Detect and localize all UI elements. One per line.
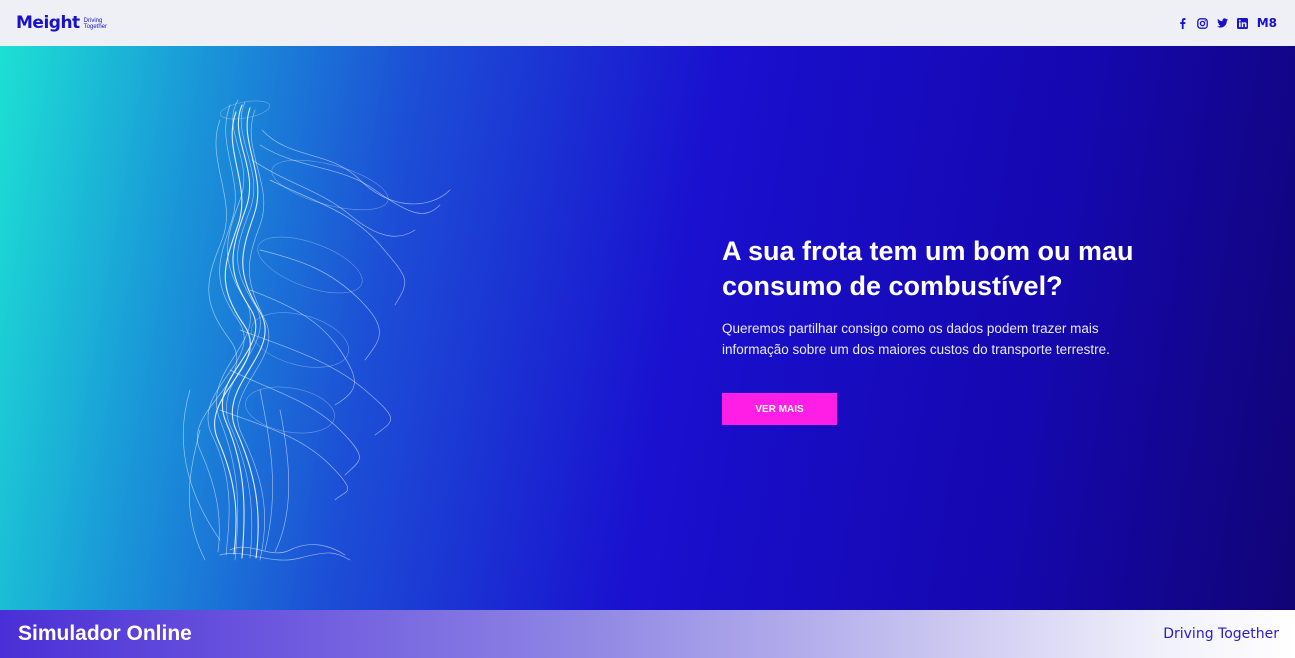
hero-content: A sua frota tem um bom ou mau consumo de… <box>722 234 1182 425</box>
hero-banner: A sua frota tem um bom ou mau consumo de… <box>0 46 1295 610</box>
data-trails-illustration <box>182 99 451 561</box>
facebook-icon[interactable] <box>1177 17 1188 29</box>
hero-subtitle: Queremos partilhar consigo como os dados… <box>722 321 1110 357</box>
footer-tagline: Driving Together <box>1163 626 1279 642</box>
social-links: M8 <box>1177 16 1277 30</box>
brand-name: Meight <box>16 13 80 33</box>
top-navbar: Meight Driving Together M8 <box>0 0 1295 46</box>
brand-tagline: Driving Together <box>84 18 107 30</box>
instagram-icon[interactable] <box>1196 17 1208 29</box>
m8-link[interactable]: M8 <box>1257 16 1277 30</box>
footer-bar: Simulador Online Driving Together <box>0 610 1295 658</box>
ver-mais-button[interactable]: VER MAIS <box>722 393 837 425</box>
hero-title: A sua frota tem um bom ou mau consumo de… <box>722 236 1134 301</box>
simulator-title: Simulador Online <box>18 622 192 645</box>
brand-tagline-line2: Together <box>83 23 108 30</box>
twitter-icon[interactable] <box>1216 18 1228 29</box>
brand-logo[interactable]: Meight Driving Together <box>16 13 107 33</box>
linkedin-icon[interactable] <box>1236 17 1248 29</box>
